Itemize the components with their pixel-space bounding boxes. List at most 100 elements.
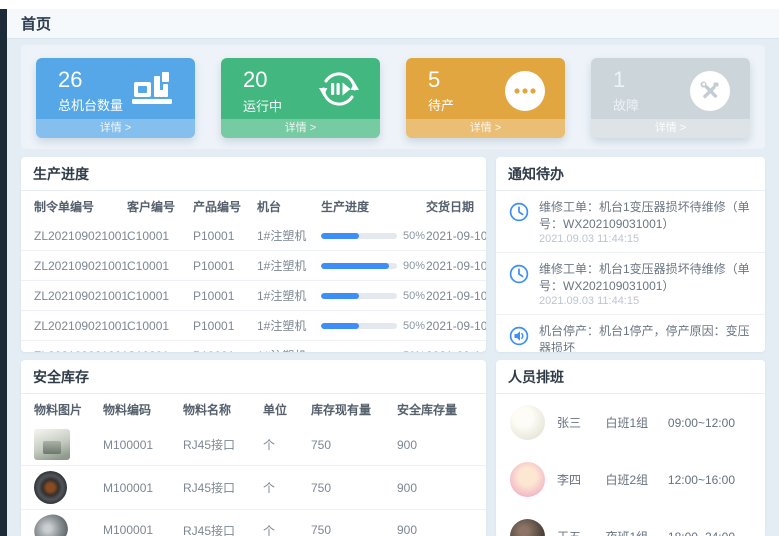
table-row: ZL202109021001 C10001 P10001 1#注塑机 50% [21, 281, 486, 311]
card-label: 运行中 [243, 96, 282, 115]
table-row: M100001 RJ45接口 个 750 900 [21, 466, 486, 510]
notification-text: 维修工单：机台1变压器损坏待维修（单号：WX202109031001） [539, 261, 753, 294]
safety-cell: 900 [393, 424, 486, 466]
column-header: 物料图片 [21, 394, 99, 424]
progress-bar [321, 323, 397, 329]
progress-bar [321, 233, 397, 239]
column-header: 安全库存量 [393, 394, 486, 424]
card-value: 1 [613, 68, 639, 92]
clock-icon [508, 199, 530, 245]
card-detail-link[interactable]: 详情 > [36, 119, 195, 138]
staff-time: 09:00~12:00 [668, 416, 751, 430]
card-detail-link[interactable]: 详情 > [221, 119, 380, 138]
card-total-machines[interactable]: 26 总机台数量 [36, 58, 195, 138]
notification-text: 维修工单：机台1变压器损坏待维修（单号：WX202109031001） [539, 199, 753, 232]
production-progress-panel: 生产进度 制令单编号 客户编号 产品编号 机台 生 [21, 157, 486, 352]
date-cell: 2021-09-10 [422, 221, 486, 251]
progress-cell: 50% [317, 311, 422, 341]
card-value: 20 [243, 68, 282, 92]
notification-item[interactable]: 维修工单：机台1变压器损坏待维修（单号：WX202109031001） 2021… [496, 191, 765, 253]
column-header: 库存现有量 [307, 394, 393, 424]
card-fault[interactable]: 1 故障 详情 > [591, 58, 750, 138]
panel-title: 人员排班 [496, 360, 765, 394]
progress-cell: 50% [317, 281, 422, 311]
table-row: M100001 RJ45接口 个 750 900 [21, 424, 486, 466]
notification-text: 机台停产：机台1停产，停产原因：变压器损坏 [539, 323, 753, 352]
column-header: 机台 [253, 191, 317, 221]
card-pending[interactable]: 5 待产 详情 > [406, 58, 565, 138]
product-cell: P10001 [189, 221, 253, 251]
safety-stock-panel: 安全库存 物料图片 物料编码 物料名称 单位 库存 [21, 360, 486, 536]
table-row: ZL202109021001 C10001 P10001 1#注塑机 50% [21, 341, 486, 353]
order-cell: ZL202109021001 [21, 221, 123, 251]
product-cell: P10001 [189, 251, 253, 281]
page-content: 26 总机台数量 [7, 39, 779, 536]
card-label: 故障 [613, 95, 639, 114]
card-body: 20 运行中 [221, 58, 380, 115]
date-cell: 2021-09-10 [422, 341, 486, 353]
page-header: 首页 [7, 9, 779, 39]
date-cell: 2021-09-10 [422, 251, 486, 281]
stock-cell: 750 [307, 510, 393, 536]
speaker-front-image [34, 471, 67, 504]
card-detail-link[interactable]: 详情 > [406, 119, 565, 138]
order-cell: ZL202109021001 [21, 341, 123, 353]
speaker-icon [508, 323, 530, 352]
stock-cell: 750 [307, 466, 393, 510]
column-header: 制令单编号 [21, 191, 123, 221]
staff-time: 18:00~24:00 [668, 530, 751, 536]
column-header: 产品编号 [189, 191, 253, 221]
customer-cell: C10001 [123, 311, 189, 341]
column-header: 客户编号 [123, 191, 189, 221]
name-cell: RJ45接口 [179, 466, 259, 510]
code-cell: M100001 [99, 510, 179, 536]
avatar [510, 462, 545, 497]
date-cell: 2021-09-10 [422, 311, 486, 341]
progress-bar [321, 263, 397, 269]
staff-shift: 白班1组 [605, 414, 655, 431]
order-cell: ZL202109021001 [21, 281, 123, 311]
notifications-panel: 通知待办 维修工单：机台1变压器损坏待维修（单号：WX202109031001）… [496, 157, 765, 352]
column-header: 交货日期 [422, 191, 486, 221]
staff-name: 李四 [557, 471, 593, 488]
tools-icon [690, 71, 730, 111]
staff-schedule-panel: 人员排班 张三 白班1组 09:00~12:00 李四 白班2组 12:00~1… [496, 360, 765, 536]
card-running[interactable]: 20 运行中 [221, 58, 380, 138]
product-cell: P10001 [189, 281, 253, 311]
name-cell: RJ45接口 [179, 424, 259, 466]
machine-cell: 1#注塑机 [253, 251, 317, 281]
notification-time: 2021.09.03 11:44:15 [539, 233, 753, 245]
order-cell: ZL202109021001 [21, 251, 123, 281]
staff-shift: 夜班1组 [605, 528, 655, 536]
safety-cell: 900 [393, 510, 486, 536]
notification-item[interactable]: 维修工单：机台1变压器损坏待维修（单号：WX202109031001） 2021… [496, 253, 765, 315]
ellipsis-icon [505, 71, 545, 111]
code-cell: M100001 [99, 424, 179, 466]
machine-cell: 1#注塑机 [253, 221, 317, 251]
product-cell: P10001 [189, 311, 253, 341]
card-label: 总机台数量 [58, 95, 123, 114]
progress-label: 50% [403, 350, 425, 353]
notification-item[interactable]: 机台停产：机台1停产，停产原因：变压器损坏 2021.09.03 11:44:1… [496, 315, 765, 352]
progress-label: 90% [403, 260, 425, 272]
card-detail-link[interactable]: 详情 > [591, 119, 750, 138]
order-cell: ZL202109021001 [21, 311, 123, 341]
customer-cell: C10001 [123, 251, 189, 281]
progress-cell: 90% [317, 251, 422, 281]
collapsed-sidebar [0, 9, 7, 536]
avatar [510, 519, 545, 536]
progress-label: 50% [403, 230, 425, 242]
machine-cell: 1#注塑机 [253, 311, 317, 341]
main-area: 首页 26 总机台数量 [7, 9, 779, 536]
progress-cell: 50% [317, 341, 422, 353]
table-header-row: 制令单编号 客户编号 产品编号 机台 生产进度 交货日期 [21, 191, 486, 221]
progress-bar [321, 293, 397, 299]
customer-cell: C10001 [123, 221, 189, 251]
panel-title: 生产进度 [21, 157, 486, 191]
column-header: 物料名称 [179, 394, 259, 424]
table-header-row: 物料图片 物料编码 物料名称 单位 库存现有量 安全库存量 [21, 394, 486, 424]
clock-icon [508, 261, 530, 307]
unit-cell: 个 [259, 424, 307, 466]
progress-label: 50% [403, 320, 425, 332]
staff-time: 12:00~16:00 [668, 473, 751, 487]
